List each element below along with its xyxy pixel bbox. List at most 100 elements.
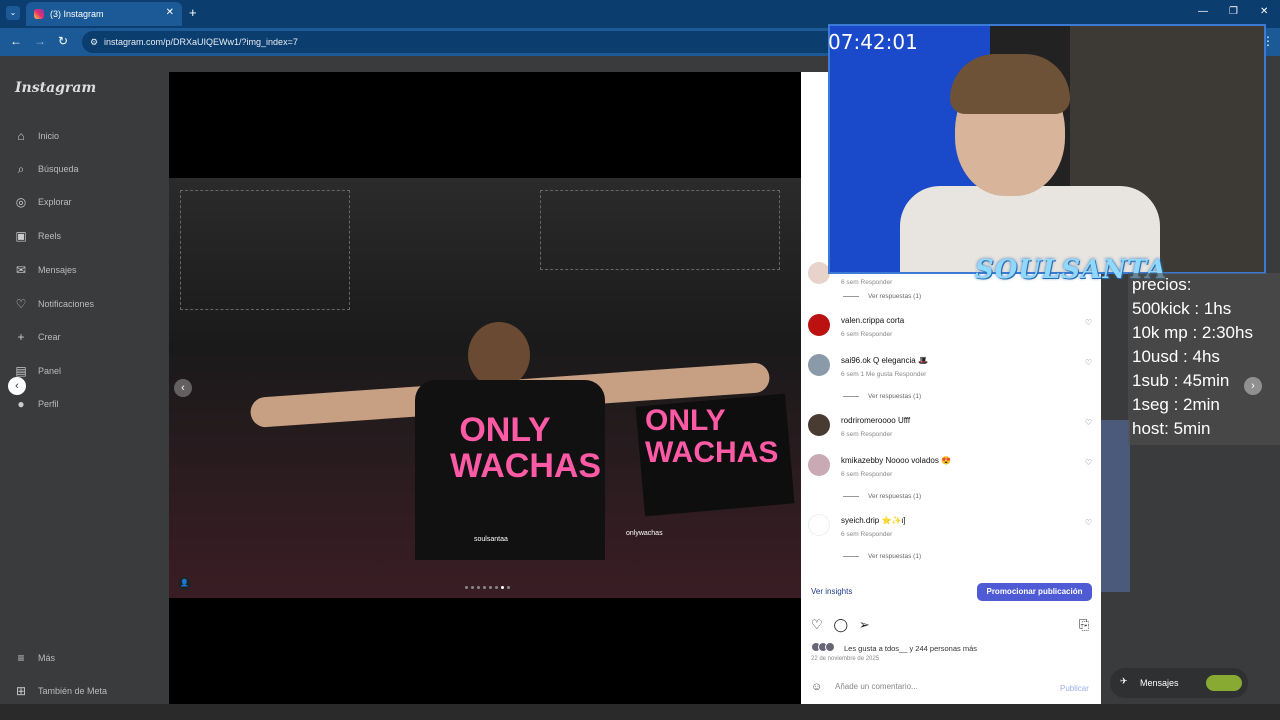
sidebar-item-label: Crear xyxy=(38,332,61,342)
restore-icon[interactable]: ❐ xyxy=(1229,6,1238,17)
sidebar-item-label: Explorar xyxy=(38,197,72,207)
close-tab-icon[interactable]: ✕ xyxy=(166,7,174,18)
like-icon[interactable]: ♡ xyxy=(811,617,823,632)
promote-button[interactable]: Promocionar publicación xyxy=(977,583,1092,601)
url-text: instagram.com/p/DRXaUIQEWw1/?img_index=7 xyxy=(104,37,298,47)
price-item: 1seg : 2min xyxy=(1132,395,1220,414)
avatar[interactable] xyxy=(808,262,830,284)
sidebar-item-label: Búsqueda xyxy=(38,164,79,174)
like-comment-icon[interactable]: ♡ xyxy=(1085,518,1092,527)
view-replies-button[interactable]: Ver respuestas (1) xyxy=(843,493,921,500)
sidebar-item-notificaciones[interactable]: ♡ Notificaciones xyxy=(14,297,94,311)
emoji-icon[interactable]: ☺ xyxy=(811,681,822,693)
minimize-icon[interactable]: — xyxy=(1198,6,1208,17)
publish-button[interactable]: Publicar xyxy=(1060,684,1089,693)
grid-icon: ⊞ xyxy=(15,684,27,698)
comment-meta: 6 sem Responder xyxy=(841,531,893,538)
carousel-dots xyxy=(465,586,510,589)
like-comment-icon[interactable]: ♡ xyxy=(1085,358,1092,367)
previous-post-button[interactable]: ‹ xyxy=(8,377,26,395)
messages-pill[interactable]: ✈ Mensajes xyxy=(1110,668,1248,698)
sidebar-item-reels[interactable]: ▣ Reels xyxy=(14,229,61,243)
comment-meta: 6 sem Responder xyxy=(841,279,893,286)
price-item: 10usd : 4hs xyxy=(1132,347,1220,366)
comment-meta: 6 sem Responder xyxy=(841,471,893,478)
price-item: 500kick : 1hs xyxy=(1132,299,1232,318)
site-info-icon[interactable]: ⚙ xyxy=(90,31,98,53)
back-icon[interactable]: ← xyxy=(10,34,22,48)
tab-search-button[interactable]: ⌄ xyxy=(6,6,20,20)
plus-icon: + xyxy=(17,330,25,344)
comment-icon[interactable]: ◯ xyxy=(834,617,849,632)
view-replies-button[interactable]: Ver respuestas (1) xyxy=(843,553,921,560)
comment-username[interactable]: sai96.ok xyxy=(841,356,871,365)
next-post-button[interactable]: › xyxy=(1244,377,1262,395)
avatar[interactable] xyxy=(808,354,830,376)
browser-tab-instagram[interactable]: (3) Instagram ✕ xyxy=(26,2,182,26)
close-window-icon[interactable]: ✕ xyxy=(1260,6,1268,17)
avatar[interactable] xyxy=(808,414,830,436)
instagram-logo[interactable]: Instagram xyxy=(15,80,96,96)
photo-tag[interactable]: onlywachas xyxy=(626,530,663,537)
stream-clock: 07:42:01 xyxy=(828,30,918,54)
comment-body: Noooo volados 😍 xyxy=(885,456,952,465)
sidebar-item-panel[interactable]: ▤ Panel xyxy=(14,364,61,378)
comment-body: Ufff xyxy=(897,416,911,425)
comment-text: syeich.drip ⭐✨ι] xyxy=(841,516,905,525)
reels-icon: ▣ xyxy=(15,229,27,243)
tab-title: (3) Instagram xyxy=(50,9,104,19)
comment-text: sai96.ok Q elegancia 🎩 xyxy=(841,356,928,365)
share-icon[interactable]: ➢ xyxy=(859,617,870,632)
like-comment-icon[interactable]: ♡ xyxy=(1085,458,1092,467)
comment-input[interactable]: Añade un comentario... xyxy=(835,682,918,691)
sidebar-item-explorar[interactable]: ◎ Explorar xyxy=(14,195,72,209)
view-replies-button[interactable]: Ver respuestas (1) xyxy=(843,393,921,400)
sidebar-item-perfil[interactable]: ● Perfil xyxy=(14,397,59,411)
comment-meta: 6 sem 1 Me gusta Responder xyxy=(841,371,927,378)
address-bar[interactable]: ⚙ instagram.com/p/DRXaUIQEWw1/?img_index… xyxy=(82,31,842,53)
comment-username[interactable]: kmikazebby xyxy=(841,456,883,465)
price-list-overlay: precios: 500kick : 1hs 10k mp : 2:30hs 1… xyxy=(1128,273,1280,445)
like-comment-icon[interactable]: ♡ xyxy=(1085,318,1092,327)
view-insights-link[interactable]: Ver insights xyxy=(811,587,852,596)
carousel-prev-button[interactable]: ‹ xyxy=(174,379,192,397)
comment-text: valen.crippa corta xyxy=(841,316,904,325)
sidebar-item-meta[interactable]: ⊞ También de Meta xyxy=(14,684,107,698)
sidebar-item-busqueda[interactable]: ⌕ Búsqueda xyxy=(14,162,79,176)
comment-body: ⭐✨ι] xyxy=(881,516,906,525)
likes-summary[interactable]: Les gusta a tdos__ y 244 personas más xyxy=(844,644,977,653)
sidebar-item-label: Perfil xyxy=(38,399,59,409)
avatar[interactable] xyxy=(808,454,830,476)
messages-label: Mensajes xyxy=(1140,678,1179,688)
sidebar-item-mas[interactable]: ≡ Más xyxy=(14,651,55,665)
view-replies-button[interactable]: Ver respuestas (1) xyxy=(843,293,921,300)
like-comment-icon[interactable]: ♡ xyxy=(1085,418,1092,427)
tagged-users-icon[interactable]: 👤 xyxy=(178,577,191,590)
reload-icon[interactable]: ↻ xyxy=(58,34,68,48)
forward-icon[interactable]: → xyxy=(34,34,46,48)
taskbar xyxy=(0,704,1280,720)
comment-username[interactable]: rodriromeroooo xyxy=(841,416,896,425)
photo-tag[interactable]: soulsantaa xyxy=(474,536,508,543)
comment-meta: 6 sem Responder xyxy=(841,331,893,338)
avatar[interactable] xyxy=(808,314,830,336)
sidebar-item-label: Más xyxy=(38,653,56,663)
comment-username[interactable]: valen.crippa xyxy=(841,316,884,325)
sidebar-item-mensajes[interactable]: ✉ Mensajes xyxy=(14,263,77,277)
avatar[interactable] xyxy=(808,514,830,536)
bookmark-icon[interactable]: ⎘ xyxy=(1079,617,1089,633)
instagram-favicon-icon xyxy=(34,9,44,19)
avatar xyxy=(1206,675,1242,691)
sidebar-item-label: Panel xyxy=(38,366,62,376)
sidebar-item-inicio[interactable]: ⌂ Inicio xyxy=(14,129,59,143)
comment-body: Q elegancia 🎩 xyxy=(873,356,928,365)
post-date: 22 de noviembre de 2025 xyxy=(811,656,880,662)
sidebar-item-crear[interactable]: + Crear xyxy=(14,330,61,344)
comment-username[interactable]: syeich.drip xyxy=(841,516,879,525)
new-tab-button[interactable]: + xyxy=(189,5,197,20)
messenger-icon: ✈ xyxy=(1120,676,1128,686)
search-icon: ⌕ xyxy=(17,162,25,176)
graffiti-wall xyxy=(180,190,350,310)
sidebar-item-label: Inicio xyxy=(38,131,60,141)
sidebar-item-label: Mensajes xyxy=(38,265,77,275)
